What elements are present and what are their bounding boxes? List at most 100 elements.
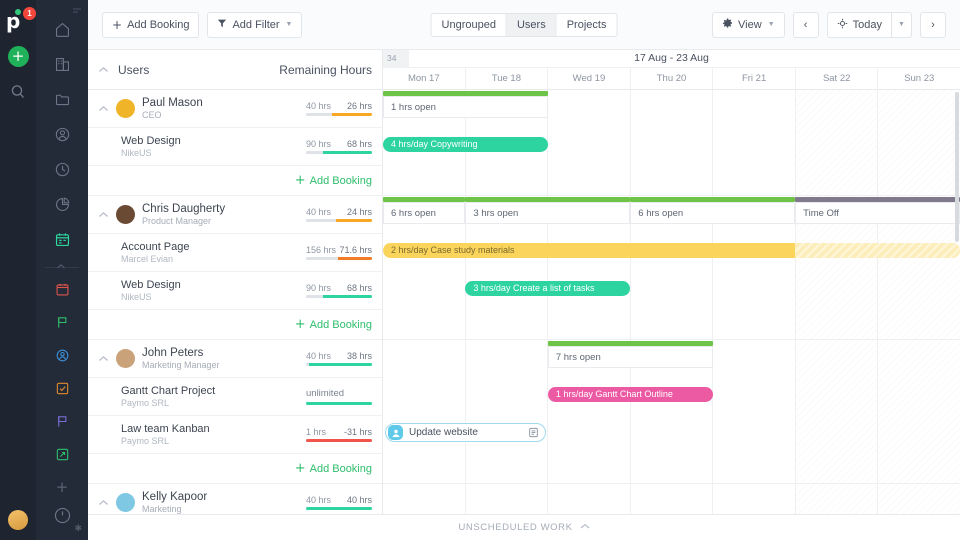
- today-dropdown-button[interactable]: ▼: [892, 12, 912, 38]
- meter-values: 156 hrs71.6 hrs: [306, 245, 372, 255]
- meter-total: 40 hrs: [306, 495, 331, 505]
- availability-label[interactable]: 6 hrs open: [383, 202, 465, 224]
- remaining-hours-meter: 90 hrs68 hrs: [306, 283, 382, 298]
- project-icon-flag[interactable]: [51, 311, 73, 333]
- project-row[interactable]: Gantt Chart ProjectPaymo SRLunlimited: [88, 378, 382, 416]
- add-booking-button[interactable]: + Add Booking: [102, 12, 199, 38]
- add-booking-row[interactable]: +Add Booking: [88, 166, 382, 196]
- meter-bar: [306, 363, 372, 366]
- project-icon-check[interactable]: [51, 377, 73, 399]
- availability-label[interactable]: 7 hrs open: [548, 346, 713, 368]
- meter-total: 90 hrs: [306, 139, 331, 149]
- project-icon-flag-2[interactable]: [51, 410, 73, 432]
- timeline-row-separator: [383, 339, 960, 340]
- timer-icon[interactable]: [53, 506, 72, 528]
- gear-icon: [722, 18, 733, 32]
- availability-label[interactable]: Time Off: [795, 202, 960, 224]
- user-avatar-icon: [388, 425, 403, 440]
- remaining-hours-meter: 40 hrs24 hrs: [306, 207, 382, 222]
- user-role: CEO: [142, 110, 203, 121]
- project-name: Gantt Chart Project: [121, 385, 215, 398]
- today-label: Today: [853, 19, 882, 31]
- add-project-button[interactable]: +: [56, 478, 69, 496]
- meter-bar-fill: [309, 363, 372, 366]
- booking-pill[interactable]: 4 hrs/day Copywriting: [383, 137, 548, 152]
- user-name: Kelly Kapoor: [142, 491, 207, 504]
- user-collapse-icon[interactable]: [98, 499, 114, 507]
- chevron-up-icon[interactable]: [580, 522, 590, 533]
- chevron-down-icon: ▼: [768, 21, 775, 28]
- sidebar-item-scheduling[interactable]: [49, 226, 75, 252]
- collapse-all-icon[interactable]: [98, 66, 114, 74]
- prev-period-button[interactable]: ‹: [793, 12, 819, 38]
- task-list-icon[interactable]: [528, 427, 539, 438]
- sidebar-item-company[interactable]: [49, 51, 75, 77]
- user-collapse-icon[interactable]: [98, 355, 114, 363]
- paymo-logo[interactable]: p 1: [6, 10, 30, 36]
- timeline-panel: 34 17 Aug - 23 Aug Mon 17Tue 18Wed 19Thu…: [383, 50, 960, 514]
- sidebar-item-timesheets[interactable]: [49, 156, 75, 182]
- meter-bar: [306, 113, 372, 116]
- meter-bar: [306, 257, 372, 260]
- search-icon[interactable]: [7, 81, 29, 103]
- notification-badge[interactable]: 1: [23, 7, 36, 20]
- user-row[interactable]: Chris DaughertyProduct Manager40 hrs24 h…: [88, 196, 382, 234]
- unscheduled-work-bar[interactable]: UNSCHEDULED WORK: [88, 514, 960, 540]
- project-client: Marcel Evian: [121, 254, 190, 265]
- add-booking-link[interactable]: +Add Booking: [295, 175, 372, 187]
- meter-total: 40 hrs: [306, 101, 331, 111]
- tab-ungrouped[interactable]: Ungrouped: [432, 14, 507, 36]
- user-name: Chris Daugherty: [142, 203, 225, 216]
- add-filter-button[interactable]: Add Filter ▼: [207, 12, 302, 38]
- sidebar-item-reports[interactable]: [49, 191, 75, 217]
- user-row[interactable]: Paul MasonCEO40 hrs26 hrs: [88, 90, 382, 128]
- today-button[interactable]: Today: [827, 12, 892, 38]
- meter-total: 90 hrs: [306, 283, 331, 293]
- project-icon-arrow[interactable]: [51, 443, 73, 465]
- user-row[interactable]: Kelly KapoorMarketing40 hrs40 hrs: [88, 484, 382, 514]
- project-client: Paymo SRL: [121, 436, 210, 447]
- rail-bottom: ✱: [36, 506, 88, 528]
- meter-remaining: 26 hrs: [347, 101, 372, 111]
- user-collapse-icon[interactable]: [98, 211, 114, 219]
- task-pill[interactable]: Update website: [385, 423, 546, 442]
- chevron-down-icon: ▼: [286, 21, 293, 28]
- next-period-button[interactable]: ›: [920, 12, 946, 38]
- chevron-up-icon[interactable]: [56, 262, 66, 274]
- availability-label[interactable]: 1 hrs open: [383, 96, 548, 118]
- quick-add-button[interactable]: +: [8, 46, 29, 67]
- project-icon-calendar[interactable]: [51, 278, 73, 300]
- meter-bar-fill: [323, 151, 372, 154]
- user-collapse-icon[interactable]: [98, 105, 114, 113]
- project-row[interactable]: Web DesignNikeUS90 hrs68 hrs: [88, 128, 382, 166]
- project-row[interactable]: Web DesignNikeUS90 hrs68 hrs: [88, 272, 382, 310]
- tab-projects[interactable]: Projects: [557, 14, 617, 36]
- user-row[interactable]: John PetersMarketing Manager40 hrs38 hrs: [88, 340, 382, 378]
- booking-pill[interactable]: 3 hrs/day Create a list of tasks: [465, 281, 630, 296]
- add-booking-link[interactable]: +Add Booking: [295, 319, 372, 331]
- sidebar-item-home[interactable]: [49, 16, 75, 42]
- day-header-cell: Fri 21: [713, 68, 796, 89]
- sidebar-item-people[interactable]: [49, 121, 75, 147]
- project-row[interactable]: Law team KanbanPaymo SRL1 hrs-31 hrs: [88, 416, 382, 454]
- toolbar: + Add Booking Add Filter ▼ Ungrouped Use…: [88, 0, 960, 50]
- tab-users[interactable]: Users: [507, 14, 557, 36]
- add-booking-row[interactable]: +Add Booking: [88, 454, 382, 484]
- project-row[interactable]: Account PageMarcel Evian156 hrs71.6 hrs: [88, 234, 382, 272]
- project-icon-user[interactable]: [51, 344, 73, 366]
- rail-user-avatar[interactable]: [8, 510, 28, 530]
- collapse-menu-icon[interactable]: [72, 6, 82, 19]
- sidebar-item-projects[interactable]: [49, 86, 75, 112]
- add-booking-row[interactable]: +Add Booking: [88, 310, 382, 340]
- unscheduled-work-label: UNSCHEDULED WORK: [458, 522, 572, 533]
- availability-label[interactable]: 6 hrs open: [630, 202, 795, 224]
- meter-remaining: 24 hrs: [347, 207, 372, 217]
- add-booking-link[interactable]: +Add Booking: [295, 463, 372, 475]
- booking-pill[interactable]: 1 hrs/day Gantt Chart Outline: [548, 387, 713, 402]
- vertical-scrollbar[interactable]: [955, 92, 959, 242]
- wrench-icon[interactable]: ✱: [74, 523, 82, 534]
- view-button[interactable]: View ▼: [712, 12, 785, 38]
- availability-label[interactable]: 3 hrs open: [465, 202, 630, 224]
- booking-pill[interactable]: 2 hrs/day Case study materials: [383, 243, 960, 258]
- meter-values: 90 hrs68 hrs: [306, 139, 372, 149]
